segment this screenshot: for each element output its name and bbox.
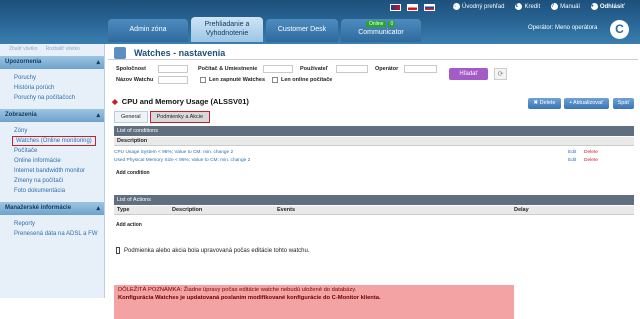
- condition-text[interactable]: CPU Usage System < 96%; Value to CM: min…: [114, 150, 233, 155]
- update-button[interactable]: ▪ Aktualizovať: [564, 98, 609, 109]
- actions-header: List of Actions: [114, 195, 634, 205]
- operator-label: Operátor: Meno operátora: [528, 25, 598, 31]
- modified-note: Podmienka alebo akcia bola upravovaná po…: [116, 247, 309, 254]
- sidebar-item-foto[interactable]: Foto dokumentácia: [0, 186, 104, 196]
- filter-form: Spoločnost Počítač & Umiestnenie Používa…: [108, 64, 638, 90]
- page-title: Watches - nastavenia: [134, 48, 226, 58]
- home-link[interactable]: ⌂ Úvodný prehľad: [453, 3, 504, 10]
- actions-col-type: Type: [117, 207, 130, 213]
- euro-icon: €: [515, 3, 523, 10]
- filter-input-pouzivatel[interactable]: [336, 65, 368, 73]
- sidebar-item-bandwidth[interactable]: Internet bandwidth monitor: [0, 166, 104, 176]
- logo: C: [610, 20, 629, 39]
- top-links: ⌂ Úvodný prehľad € Kredit ? Manuál ● Odhlási…: [453, 3, 625, 10]
- flag-en-icon[interactable]: [390, 4, 401, 11]
- online-badge: Online 0: [366, 21, 396, 27]
- flag-cz-icon[interactable]: [407, 4, 418, 11]
- tab-customer-desk[interactable]: Customer Desk: [266, 19, 338, 42]
- condition-row: Used Physical Memory Size < 96%; Value t…: [114, 158, 634, 163]
- sidebar-item-pocitace[interactable]: Počítače: [0, 146, 104, 156]
- checkbox-len-zapnute[interactable]: [200, 77, 206, 83]
- sidebar-item-reporty[interactable]: Reporty: [0, 219, 104, 229]
- condition-row: CPU Usage System < 96%; Value to CM: min…: [114, 150, 634, 155]
- tab-admin-zona[interactable]: Admin zóna: [108, 19, 188, 42]
- watch-icon: [114, 47, 126, 59]
- reset-filter-icon[interactable]: ⟳: [494, 68, 507, 80]
- sidebar-item-poruchy[interactable]: Poruchy: [0, 73, 104, 83]
- language-flags: [390, 4, 435, 11]
- sidebar-item-zmeny[interactable]: Zmeny na počítači: [0, 176, 104, 186]
- filter-label-pocitac: Počítač & Umiestnenie: [198, 66, 258, 72]
- top-bar: ⌂ Úvodný prehľad € Kredit ? Manuál ● Odhlási…: [0, 0, 640, 44]
- actions-col-delay: Delay: [514, 207, 529, 213]
- sidebar-section-zobrazenia[interactable]: Zobrazenia: [0, 109, 104, 122]
- watch-name: ◆ CPU and Memory Usage (ALSSV01): [112, 97, 249, 106]
- conditions-header: List of conditions: [114, 126, 634, 136]
- main-content: Watches - nastavenia Spoločnost Počítač …: [108, 44, 638, 319]
- label-len-zapnute: Len zapnuté Watches: [209, 77, 266, 83]
- search-button[interactable]: Hľadať: [449, 68, 488, 80]
- lock-icon: ●: [590, 3, 598, 10]
- sidebar-section-upozornenia[interactable]: Upozornenia: [0, 56, 104, 69]
- label-len-online: Len online počítače: [281, 77, 333, 83]
- filter-input-spolocnost[interactable]: [158, 65, 188, 73]
- sidebar-item-zony[interactable]: Zóny: [0, 126, 104, 136]
- conditions-col-description: Description: [114, 137, 634, 146]
- condition-edit-link[interactable]: Edit: [568, 150, 576, 155]
- condition-edit-link[interactable]: Edit: [568, 158, 576, 163]
- credit-link[interactable]: € Kredit: [515, 3, 540, 10]
- logout-link[interactable]: ● Odhlásiť: [590, 3, 625, 10]
- condition-text[interactable]: Used Physical Memory Size < 96%; Value t…: [114, 158, 250, 163]
- actions-col-description: Description: [172, 207, 203, 213]
- delete-button[interactable]: ✖ Delete: [528, 98, 561, 109]
- condition-delete-link[interactable]: Delete: [584, 150, 598, 155]
- add-action-link[interactable]: Add action: [116, 222, 142, 228]
- actions-columns: Type Description Events Delay: [114, 206, 634, 215]
- filter-input-pocitac[interactable]: [263, 65, 293, 73]
- diamond-icon: ◆: [112, 97, 118, 106]
- tab-prehliadanie[interactable]: Prehliadanie a Vyhodnotenie: [191, 17, 263, 42]
- flag-sk-icon[interactable]: [424, 4, 435, 11]
- filter-label-nazov: Názov Watchu: [116, 77, 154, 83]
- collapse-all-link[interactable]: Zbaliť všetko: [9, 46, 38, 54]
- filter-label-spolocnost: Spoločnost: [116, 66, 146, 72]
- sidebar-item-watches[interactable]: Watches (Online monitoring): [12, 136, 96, 146]
- filter-input-nazov[interactable]: [158, 76, 188, 84]
- manual-link[interactable]: ? Manuál: [551, 3, 580, 10]
- filter-label-operator: Operátor: [375, 66, 399, 72]
- tab-podmienky-akcie[interactable]: Podmienky a Akcie: [149, 111, 211, 123]
- sidebar-top-links: Zbaliť všetko Rozbaliť všetko: [0, 44, 104, 54]
- sidebar-section-manazerske[interactable]: Manažerské informácie: [0, 202, 104, 215]
- sidebar: Zbaliť všetko Rozbaliť všetko Upozorneni…: [0, 44, 105, 298]
- add-condition-link[interactable]: Add condition: [116, 170, 150, 176]
- help-icon: ?: [551, 3, 559, 10]
- actions-col-events: Events: [277, 207, 296, 213]
- tab-general[interactable]: General: [114, 111, 148, 123]
- title-bar: Watches - nastavenia: [108, 46, 638, 60]
- filter-input-operator[interactable]: [404, 65, 437, 73]
- sidebar-item-prenesene-data[interactable]: Prenesená dáta na ADSL a FW: [0, 229, 104, 239]
- online-count: 0: [388, 21, 396, 27]
- warning-box: DÔLEŽITÁ POZNÁMKA: Žiadne úpravy počas e…: [114, 285, 514, 319]
- sidebar-item-historia-poruch[interactable]: História porúch: [0, 83, 104, 93]
- filter-label-pouzivatel: Používateľ: [300, 66, 328, 72]
- home-icon: ⌂: [453, 3, 460, 10]
- expand-all-link[interactable]: Rozbaliť všetko: [46, 46, 80, 54]
- sub-tabs: General Podmienky a Akcie: [114, 111, 211, 123]
- warning-head: DÔLEŽITÁ POZNÁMKA: Žiadne úpravy počas e…: [118, 287, 357, 293]
- back-button[interactable]: Späť: [613, 98, 634, 109]
- marker-icon: [116, 247, 120, 254]
- sidebar-item-poruchy-pocitace[interactable]: Poruchy na počítačoch: [0, 93, 104, 103]
- checkbox-len-online[interactable]: [272, 77, 278, 83]
- online-status: Online: [366, 21, 387, 27]
- condition-delete-link[interactable]: Delete: [584, 158, 598, 163]
- sidebar-item-online-info[interactable]: Online informácie: [0, 156, 104, 166]
